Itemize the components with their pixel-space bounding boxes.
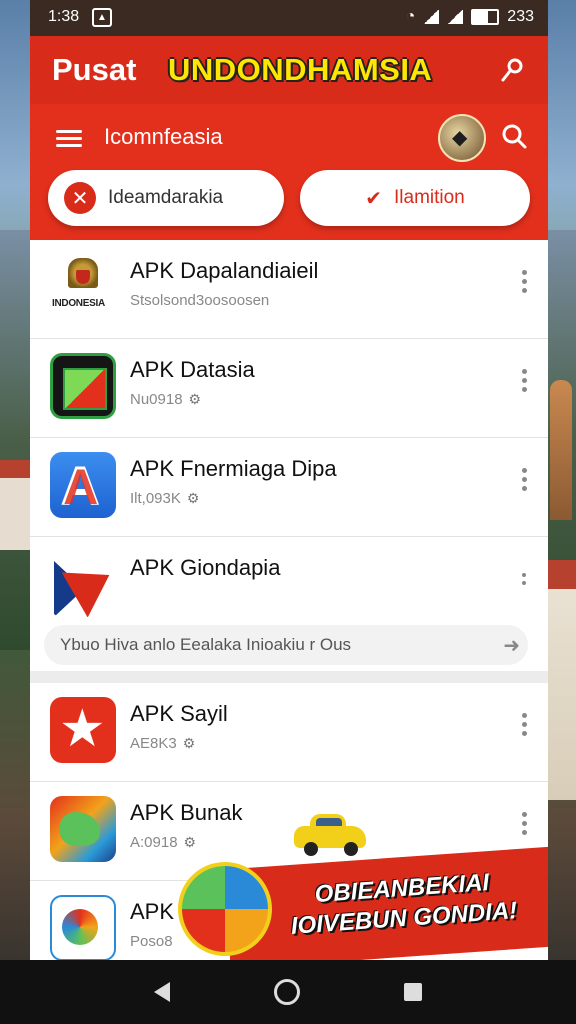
- hamburger-menu-icon[interactable]: [56, 126, 82, 148]
- wifi-icon: ◔: [405, 8, 416, 25]
- item-subtitle: A:0918 ⚙: [130, 834, 197, 851]
- item-subtitle: Stsolsond3oosoosen: [130, 292, 270, 309]
- app-header: Pusat UNDONDHAMSIA: [30, 36, 548, 104]
- more-options-icon[interactable]: [522, 713, 528, 736]
- more-options-icon[interactable]: [522, 812, 528, 835]
- item-title: APK Sayil: [130, 701, 228, 726]
- item-title: APK Datasia: [130, 357, 255, 382]
- back-icon[interactable]: [154, 982, 170, 1002]
- background-building-left: [0, 460, 30, 550]
- signal-icon: [423, 10, 440, 24]
- gear-icon: ⚙: [186, 490, 200, 506]
- list-item[interactable]: AΛ APK Fnermiaga Dipa Ilt,093K ⚙: [30, 438, 548, 537]
- list-item[interactable]: APK Datasia Nu0918 ⚙: [30, 339, 548, 438]
- list-item[interactable]: ★ APK Sayil AE8K3 ⚙: [30, 683, 548, 782]
- recent-apps-icon[interactable]: [404, 983, 422, 1001]
- section-divider: [30, 671, 548, 683]
- gojek-app-icon: [50, 796, 116, 862]
- background-tower: [550, 380, 572, 520]
- battery-text: 233: [507, 8, 534, 25]
- search-strip: Ybuo Hiva anlo Eealaka Inioakiu r Ous ➜: [30, 621, 548, 671]
- header-title-right: UNDONDHAMSIA: [168, 52, 433, 87]
- pill-right-label: Ilamition: [394, 187, 465, 208]
- gallery-notification-icon: ▲: [92, 8, 112, 27]
- more-options-icon[interactable]: [522, 468, 528, 491]
- list-item[interactable]: APK Giondapia: [30, 537, 548, 621]
- filter-pill-right[interactable]: ✔ Ilamition: [300, 170, 530, 226]
- item-subtitle: Ilt,093K ⚙: [130, 490, 200, 507]
- toolbar: Icomnfeasia ✕ Ideamdarakia ✔ Ilamition: [30, 104, 548, 240]
- blue-a-app-icon: AΛ: [50, 452, 116, 518]
- item-subtitle: Nu0918 ⚙: [130, 391, 202, 408]
- colorful-app-icon: [50, 895, 116, 960]
- emblem-caption: INDONESIA: [52, 298, 105, 309]
- status-bar: 1:38 ▲ ◔ 233: [30, 0, 548, 36]
- header-pin-icon[interactable]: [498, 56, 526, 84]
- pill-left-label: Ideamdarakia: [108, 187, 224, 208]
- redwhite-app-icon: [50, 551, 116, 617]
- list-item[interactable]: INDONESIA APK Dapalandiaieil Stsolsond3o…: [30, 240, 548, 339]
- search-icon[interactable]: [500, 122, 528, 150]
- tools-icon: ✕: [64, 182, 96, 214]
- green-dark-app-icon: [50, 353, 116, 419]
- profile-emblem-icon[interactable]: [438, 114, 486, 162]
- item-title: APK Dapalandiaieil: [130, 258, 319, 283]
- item-title: APK Bunak: [130, 800, 243, 825]
- signal-icon-2: [447, 10, 464, 24]
- item-title: APK Giondapia: [130, 555, 281, 580]
- item-title: APK Fnermiaga Dipa: [130, 456, 337, 481]
- system-nav-bar: [0, 960, 576, 1024]
- app-window: Pusat UNDONDHAMSIA Icomnfeasia ✕ Ideamda…: [30, 36, 548, 960]
- gear-icon: ⚙: [182, 735, 196, 751]
- garuda-emblem-icon: INDONESIA: [50, 254, 116, 320]
- status-time: 1:38: [48, 8, 80, 25]
- item-subtitle: AE8K3 ⚙: [130, 735, 196, 752]
- background-building-right: [546, 560, 576, 800]
- share-arrow-icon[interactable]: ➜: [503, 633, 520, 658]
- more-options-icon[interactable]: [522, 369, 528, 392]
- home-icon[interactable]: [274, 979, 300, 1005]
- star-app-icon: ★: [50, 697, 116, 763]
- toolbar-title: Icomnfeasia: [104, 124, 223, 149]
- more-options-icon[interactable]: [522, 270, 528, 293]
- status-icons: ◔ 233: [406, 8, 534, 26]
- header-title-left: Pusat: [52, 52, 137, 87]
- gear-icon: ⚙: [183, 834, 197, 850]
- taxi-car-icon: [294, 812, 366, 856]
- gear-icon: ⚙: [188, 391, 202, 407]
- promo-banner[interactable]: OBIEANBEKIAI IOIVEBUN GONDIA!: [150, 846, 548, 970]
- shield-check-icon: ✔: [365, 187, 382, 210]
- battery-icon: [471, 9, 500, 25]
- search-strip-hint: Ybuo Hiva anlo Eealaka Inioakiu r Ous: [60, 635, 352, 654]
- filter-pill-left[interactable]: ✕ Ideamdarakia: [48, 170, 284, 226]
- more-options-icon[interactable]: [522, 573, 528, 585]
